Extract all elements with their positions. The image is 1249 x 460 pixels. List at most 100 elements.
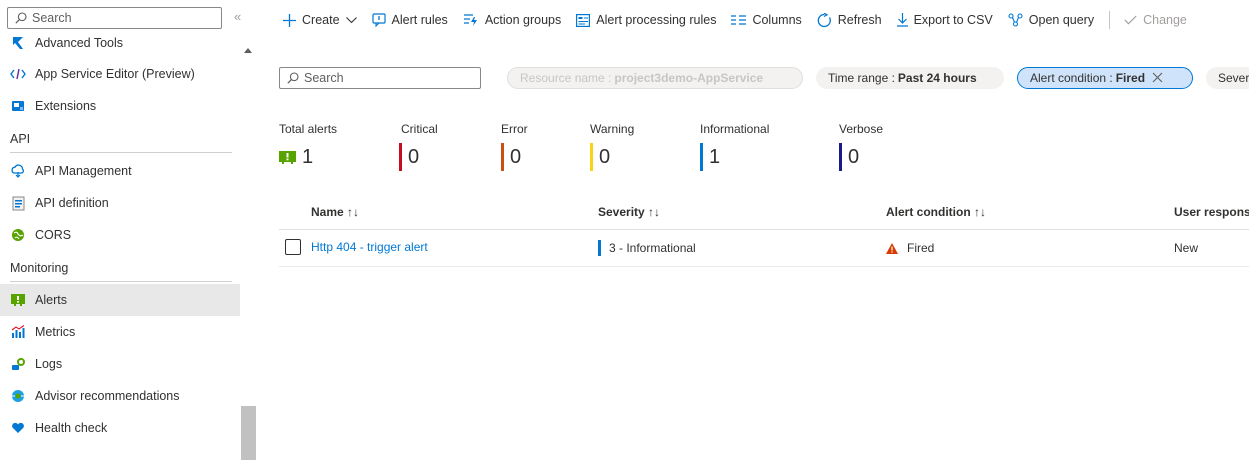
sidebar-item-app-service-editor[interactable]: App Service Editor (Preview) [0, 58, 240, 90]
user-response-value: New [1174, 241, 1199, 255]
summary-warning[interactable]: Warning 0 [590, 122, 634, 171]
summary-total[interactable]: Total alerts 1 [279, 122, 337, 171]
scroll-up-arrow-icon[interactable] [244, 48, 252, 53]
alert-name-link[interactable]: Http 404 - trigger alert [311, 240, 428, 254]
refresh-icon [817, 12, 832, 28]
summary-value: 1 [302, 145, 314, 168]
alert-condition-filter-pill[interactable]: Alert condition : Fired [1017, 67, 1193, 89]
metrics-icon [10, 324, 26, 340]
sidebar-item-label: Advisor recommendations [35, 389, 180, 403]
summary-label: Total alerts [279, 122, 338, 136]
action-groups-label: Action groups [484, 13, 562, 27]
column-header-user-response[interactable]: User response [1174, 205, 1249, 219]
summary-label: Informational [700, 122, 770, 136]
sidebar-item-advanced-tools[interactable]: Advanced Tools [0, 28, 240, 58]
time-range-filter-pill[interactable]: Time range : Past 24 hours [816, 67, 1004, 89]
section-title: Monitoring [10, 260, 69, 275]
menu-search-placeholder: Search [32, 11, 72, 25]
alerts-search-input[interactable]: Search [279, 67, 481, 89]
alert-rules-label: Alert rules [391, 13, 448, 27]
alert-processing-rules-label: Alert processing rules [596, 13, 717, 27]
alert-rules-button[interactable]: Alert rules [371, 13, 448, 27]
cors-globe-icon [10, 227, 26, 243]
sidebar-item-health-check[interactable]: Health check [0, 412, 240, 444]
sidebar-item-cors[interactable]: CORS [0, 219, 240, 251]
remove-filter-close-icon[interactable] [1152, 71, 1163, 86]
alert-rules-icon [371, 13, 386, 27]
checkmark-icon [1124, 15, 1137, 25]
sidebar-item-label: Metrics [35, 325, 76, 339]
export-csv-button[interactable]: Export to CSV [896, 13, 993, 27]
resource-menu: Search « Advanced Tools App Service Edit… [0, 0, 257, 460]
severity-filter-pill[interactable]: Severity [1206, 67, 1249, 89]
command-bar: Create Alert rules Action groups Alert p… [283, 10, 1202, 30]
action-groups-button[interactable]: Action groups [463, 13, 561, 27]
severity-color-bar [590, 143, 593, 171]
alerts-table-header: Name ↑↓ Severity ↑↓ Alert condition ↑↓ U… [279, 202, 1249, 224]
sidebar-item-label: API Management [35, 164, 132, 178]
create-label: Create [302, 13, 340, 27]
collapse-menu-button[interactable]: « [234, 9, 241, 24]
filter-bar: Search Resource name : project3demo-AppS… [279, 66, 1249, 90]
sidebar-item-api-definition[interactable]: API definition [0, 187, 240, 219]
action-groups-icon [463, 13, 479, 27]
create-button[interactable]: Create [283, 13, 357, 27]
sidebar-item-label: Alerts [35, 293, 67, 307]
sidebar-item-label: Advanced Tools [35, 36, 124, 50]
summary-error[interactable]: Error 0 [501, 122, 528, 171]
column-header-alert-condition[interactable]: Alert condition ↑↓ [886, 205, 986, 219]
alert-processing-rules-button[interactable]: Alert processing rules [576, 13, 716, 27]
sidebar-item-label: Health check [35, 421, 108, 435]
refresh-label: Refresh [837, 13, 882, 27]
sidebar-item-label: Logs [35, 357, 63, 371]
severity-color-bar [598, 240, 601, 256]
summary-value: 0 [848, 145, 860, 168]
query-icon [1008, 13, 1023, 27]
download-icon [896, 13, 908, 27]
search-icon [15, 12, 27, 24]
menu-search-input[interactable]: Search [7, 7, 222, 29]
scrollbar-thumb[interactable] [241, 406, 256, 460]
advisor-icon [10, 388, 26, 404]
sidebar-item-logs[interactable]: Logs [0, 348, 240, 380]
time-range-label: Time range : [828, 71, 895, 85]
severity-color-bar [399, 143, 402, 171]
table-row[interactable]: Http 404 - trigger alert 3 - Information… [279, 229, 1249, 267]
severity-color-bar [839, 143, 842, 171]
menu-scrollbar[interactable] [240, 41, 257, 460]
summary-informational[interactable]: Informational 1 [700, 122, 769, 171]
alerts-icon [279, 150, 296, 164]
api-definition-icon [10, 195, 26, 211]
row-checkbox[interactable] [285, 239, 301, 255]
summary-verbose[interactable]: Verbose 0 [839, 122, 883, 171]
sidebar-item-metrics[interactable]: Metrics [0, 316, 240, 348]
summary-label: Verbose [839, 122, 884, 136]
resource-name-label: Resource name : [520, 71, 612, 85]
resource-name-filter-pill[interactable]: Resource name : project3demo-AppService [507, 67, 803, 89]
api-management-icon [10, 163, 26, 179]
health-check-icon [10, 420, 26, 436]
column-header-name[interactable]: Name ↑↓ [311, 205, 359, 219]
sidebar-item-alerts[interactable]: Alerts [0, 284, 240, 316]
summary-label: Error [501, 122, 528, 136]
change-button[interactable]: Change [1124, 13, 1187, 27]
sidebar-item-label: Extensions [35, 99, 97, 113]
open-query-button[interactable]: Open query [1008, 13, 1094, 27]
code-icon [10, 66, 26, 82]
sidebar-item-api-management[interactable]: API Management [0, 155, 240, 187]
summary-label: Warning [590, 122, 635, 136]
section-header-api: API [0, 122, 240, 155]
alert-condition-value: Fired [1115, 71, 1146, 85]
columns-button[interactable]: Columns [731, 13, 802, 27]
severity-color-bar [501, 143, 504, 171]
refresh-button[interactable]: Refresh [817, 12, 882, 28]
sidebar-item-extensions[interactable]: Extensions [0, 90, 240, 122]
alert-processing-rules-icon [576, 13, 591, 27]
plus-icon [283, 13, 296, 27]
summary-value: 0 [408, 145, 420, 168]
resource-name-value: project3demo-AppService [614, 71, 764, 85]
column-header-severity[interactable]: Severity ↑↓ [598, 205, 660, 219]
summary-critical[interactable]: Critical 0 [399, 122, 438, 171]
sidebar-item-advisor-recommendations[interactable]: Advisor recommendations [0, 380, 240, 412]
summary-value: 1 [709, 145, 721, 168]
